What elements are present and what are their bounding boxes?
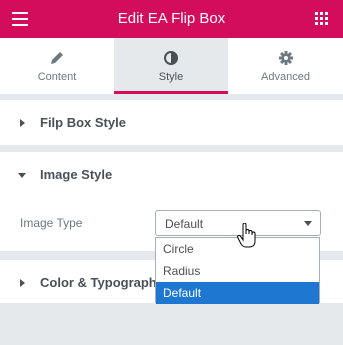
grid-icon[interactable] — [315, 12, 328, 25]
section-title: Image Style — [40, 167, 113, 182]
caret-right-icon — [20, 119, 25, 127]
option-radius[interactable]: Radius — [156, 260, 319, 282]
section-title: Filp Box Style — [40, 115, 126, 130]
image-type-label: Image Type — [20, 216, 83, 230]
chevron-down-icon — [304, 221, 312, 226]
tab-advanced-label: Advanced — [261, 71, 310, 83]
option-default[interactable]: Default — [156, 282, 319, 304]
tab-bar: Content Style Advanced — [0, 38, 343, 94]
tab-content[interactable]: Content — [0, 38, 114, 94]
caret-down-icon — [18, 173, 26, 178]
panel-title: Edit EA Flip Box — [117, 10, 226, 27]
caret-right-icon — [20, 279, 25, 287]
section-image-style-header[interactable]: Image Style — [0, 152, 343, 197]
section-flipbox-style-header[interactable]: Filp Box Style — [0, 100, 343, 145]
editor-header: Edit EA Flip Box — [0, 0, 343, 38]
pencil-icon — [0, 50, 114, 66]
hand-cursor-icon — [237, 222, 257, 249]
tab-content-label: Content — [37, 71, 77, 83]
tab-style-label: Style — [158, 71, 184, 83]
section-flipbox-style: Filp Box Style — [0, 100, 343, 146]
gear-icon — [228, 50, 343, 66]
contrast-icon — [114, 50, 228, 66]
tab-advanced[interactable]: Advanced — [228, 38, 343, 94]
section-title: Color & Typography — [40, 275, 164, 290]
image-type-value: Default — [165, 217, 204, 231]
tab-style[interactable]: Style — [114, 38, 228, 94]
